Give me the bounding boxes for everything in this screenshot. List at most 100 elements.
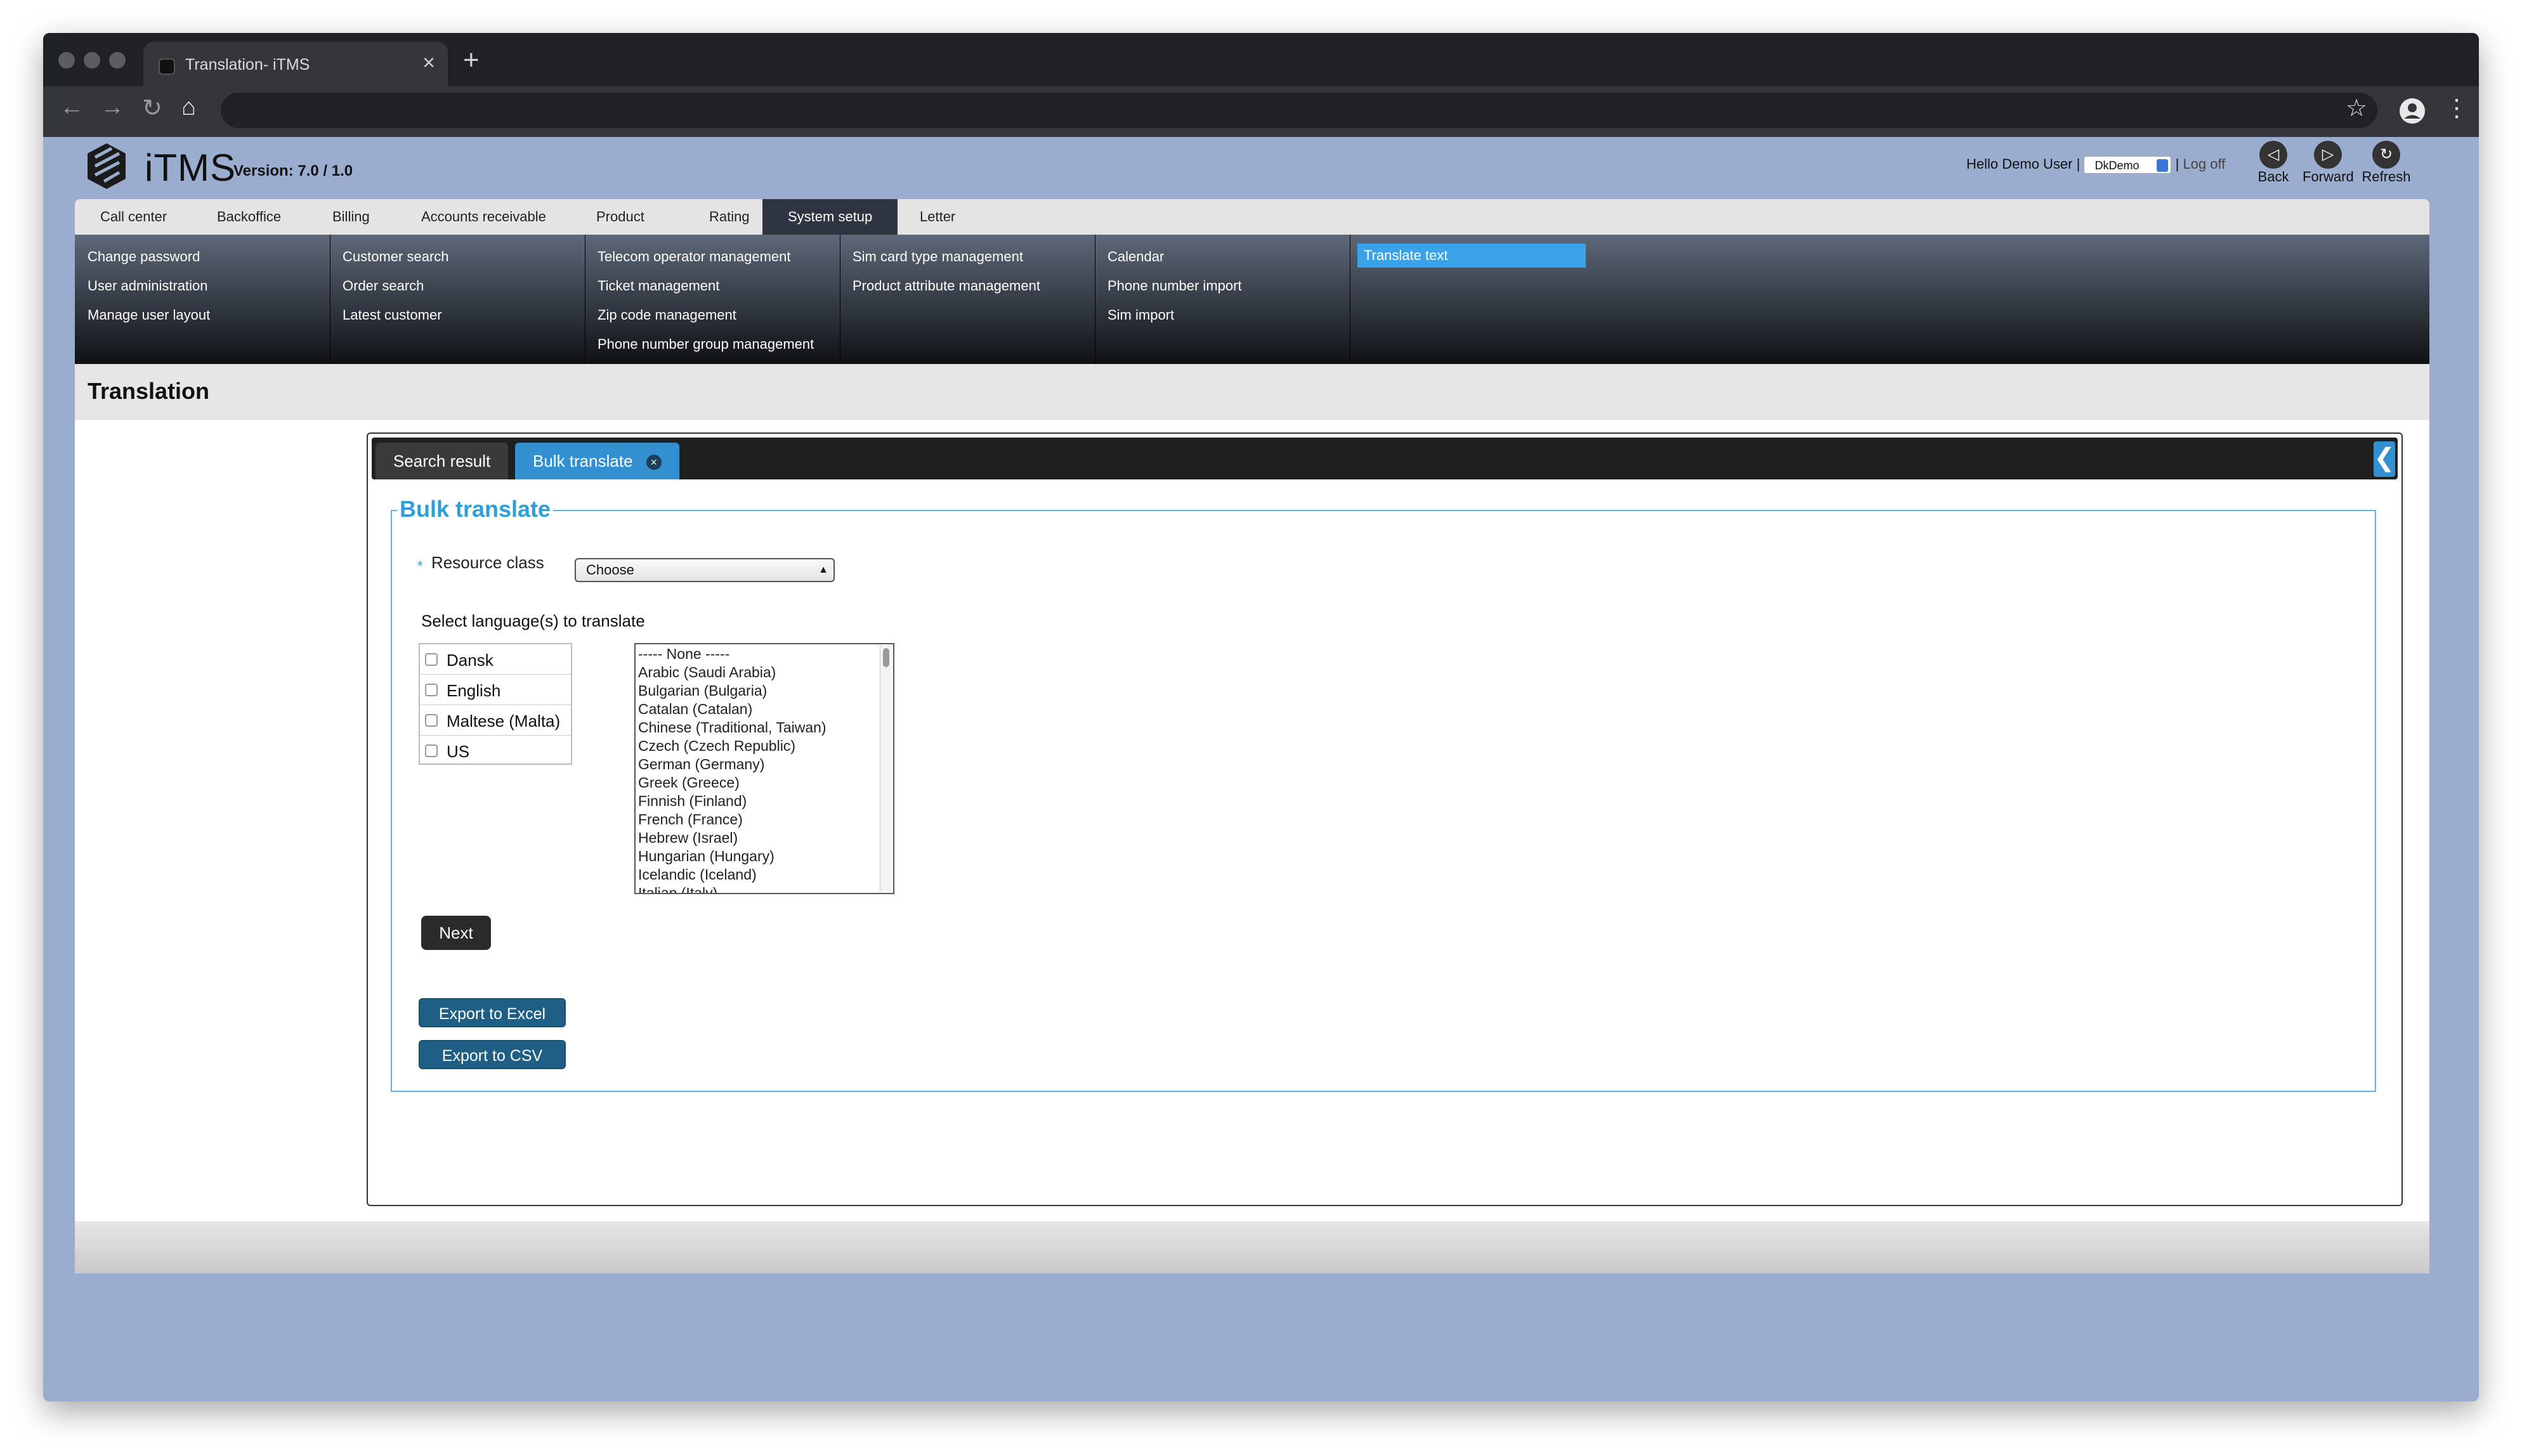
resource-class-select[interactable]: Choose ▲ <box>575 558 835 582</box>
list-item[interactable]: Chinese (Traditional, Taiwan) <box>638 719 827 736</box>
select-arrows-icon: ▲ <box>818 564 828 575</box>
panel-tab-strip: Search result Bulk translate × ❮ <box>372 438 2398 479</box>
page-title-bar: Translation <box>75 364 2429 420</box>
profile-icon[interactable] <box>2399 98 2426 124</box>
language-option[interactable]: US <box>420 736 571 766</box>
greeting: Hello Demo User <box>1966 156 2073 172</box>
submenu-item-product-attribute-management[interactable]: Product attribute management <box>853 278 1040 294</box>
checkbox[interactable] <box>425 653 438 666</box>
submenu-item-ticket-management[interactable]: Ticket management <box>598 278 719 294</box>
browser-menu-icon[interactable]: ⋮ <box>2445 94 2469 122</box>
menu-tab-rating[interactable]: Rating <box>709 199 750 235</box>
submenu-item-manage-user-layout[interactable]: Manage user layout <box>88 307 210 323</box>
tab-search-result[interactable]: Search result <box>376 443 509 479</box>
submenu-item-telecom-operator-management[interactable]: Telecom operator management <box>598 249 791 265</box>
submenu-column: Translate text <box>1350 235 1605 364</box>
submenu-item-order-search[interactable]: Order search <box>343 278 424 294</box>
menu-tab-system-setup[interactable]: System setup <box>762 199 898 235</box>
page-title: Translation <box>88 378 210 404</box>
tab-search-result-label: Search result <box>393 452 491 471</box>
bookmark-star-icon[interactable]: ☆ <box>2346 94 2367 122</box>
export-csv-button[interactable]: Export to CSV <box>419 1040 566 1069</box>
back-arrow-icon: ◁ <box>2259 141 2287 169</box>
resource-class-label: Resource class <box>431 553 544 572</box>
itms-logo-icon <box>88 143 126 189</box>
menu-tab-call-center[interactable]: Call center <box>100 199 167 235</box>
new-tab-icon[interactable]: + <box>463 44 480 76</box>
list-item[interactable]: French (France) <box>638 811 743 828</box>
fieldset-legend: Bulk translate <box>397 496 554 523</box>
refresh-icon: ↻ <box>2372 141 2400 169</box>
browser-home-icon[interactable]: ⌂ <box>181 94 196 121</box>
submenu-item-phone-number-import[interactable]: Phone number import <box>1107 278 1242 294</box>
list-item[interactable]: Bulgarian (Bulgaria) <box>638 682 767 699</box>
checkbox[interactable] <box>425 714 438 727</box>
browser-back-icon[interactable]: ← <box>60 94 84 121</box>
list-item[interactable]: Arabic (Saudi Arabia) <box>638 664 776 681</box>
submenu-item-phone-number-group-management[interactable]: Phone number group management <box>598 336 814 353</box>
submenu-item-user-administration[interactable]: User administration <box>88 278 208 294</box>
window-minimize-dot[interactable] <box>84 52 100 68</box>
menu-tab-product[interactable]: Product <box>596 199 644 235</box>
forward-arrow-icon: ▷ <box>2314 141 2342 169</box>
separator: | <box>2175 156 2179 172</box>
menu-tab-billing[interactable]: Billing <box>332 199 370 235</box>
list-item[interactable]: Catalan (Catalan) <box>638 701 752 718</box>
forward-button[interactable]: ▷ Forward <box>2303 141 2354 185</box>
checkbox[interactable] <box>425 684 438 696</box>
list-item[interactable]: Greek (Greece) <box>638 774 740 791</box>
submenu-item-customer-search[interactable]: Customer search <box>343 249 449 265</box>
submenu-item-latest-customer[interactable]: Latest customer <box>343 307 442 323</box>
refresh-button[interactable]: ↻ Refresh <box>2361 141 2412 185</box>
menu-tab-accounts-receivable[interactable]: Accounts receivable <box>421 199 546 235</box>
language-option[interactable]: Maltese (Malta) <box>420 705 571 736</box>
submenu-item-translate-text[interactable]: Translate text <box>1357 244 1586 268</box>
available-languages-listbox[interactable]: ----- None ----- Arabic (Saudi Arabia) B… <box>634 643 894 894</box>
list-item[interactable]: Finnish (Finland) <box>638 793 747 810</box>
submenu-column: Telecom operator management Ticket manag… <box>585 235 840 364</box>
window-close-dot[interactable] <box>58 52 75 68</box>
translation-panel: Search result Bulk translate × ❮ Bulk tr… <box>367 432 2403 1206</box>
page-footer <box>75 1221 2429 1273</box>
submenu-item-change-password[interactable]: Change password <box>88 249 200 265</box>
submenu-item-sim-import[interactable]: Sim import <box>1107 307 1174 323</box>
listbox-scrollbar[interactable] <box>880 646 892 892</box>
tab-close-icon[interactable]: × <box>646 455 662 471</box>
list-item[interactable]: ----- None ----- <box>638 646 729 663</box>
list-item[interactable]: German (Germany) <box>638 756 764 773</box>
menu-tab-letter[interactable]: Letter <box>920 199 955 235</box>
next-button[interactable]: Next <box>421 916 491 950</box>
back-button[interactable]: ◁ Back <box>2248 141 2299 185</box>
logoff-link[interactable]: Log off <box>2183 156 2225 172</box>
submenu-item-sim-card-type-management[interactable]: Sim card type management <box>853 249 1023 265</box>
language-option[interactable]: English <box>420 675 571 705</box>
collapse-panel-icon[interactable]: ❮ <box>2374 441 2395 477</box>
browser-forward-icon[interactable]: → <box>100 94 124 121</box>
browser-tab[interactable]: Translation- iTMS × <box>143 42 448 86</box>
submenu-item-zip-code-management[interactable]: Zip code management <box>598 307 736 323</box>
browser-window: Translation- iTMS × + ← → ↻ ⌂ ☆ ⋮ iTMS V… <box>43 33 2479 1401</box>
address-bar[interactable] <box>221 93 2377 128</box>
browser-tab-bar: Translation- iTMS × + <box>43 33 2479 86</box>
menu-tab-backoffice[interactable]: Backoffice <box>217 199 281 235</box>
list-item[interactable]: Hungarian (Hungary) <box>638 848 774 865</box>
tab-bulk-translate[interactable]: Bulk translate × <box>515 443 679 479</box>
select-languages-label: Select language(s) to translate <box>421 611 645 630</box>
web-page: iTMS Version: 7.0 / 1.0 Hello Demo User … <box>43 137 2455 1401</box>
language-checkbox-list: Dansk English Maltese (Malta) US <box>419 643 572 765</box>
language-option[interactable]: Dansk <box>420 644 571 675</box>
list-item[interactable]: Hebrew (Israel) <box>638 829 738 847</box>
list-item[interactable]: Czech (Czech Republic) <box>638 738 795 755</box>
browser-reload-icon[interactable]: ↻ <box>142 94 162 122</box>
scrollbar-thumb[interactable] <box>883 648 889 667</box>
list-item[interactable]: Italian (Italy) <box>638 885 717 893</box>
customer-select[interactable]: DkDemo <box>2084 156 2172 174</box>
submenu-item-calendar[interactable]: Calendar <box>1107 249 1164 265</box>
favicon-icon <box>159 58 175 75</box>
checkbox[interactable] <box>425 744 438 757</box>
language-label: US <box>447 742 470 761</box>
tab-close-icon[interactable]: × <box>422 51 435 75</box>
list-item[interactable]: Icelandic (Iceland) <box>638 866 757 883</box>
window-zoom-dot[interactable] <box>109 52 126 68</box>
export-excel-button[interactable]: Export to Excel <box>419 998 566 1027</box>
